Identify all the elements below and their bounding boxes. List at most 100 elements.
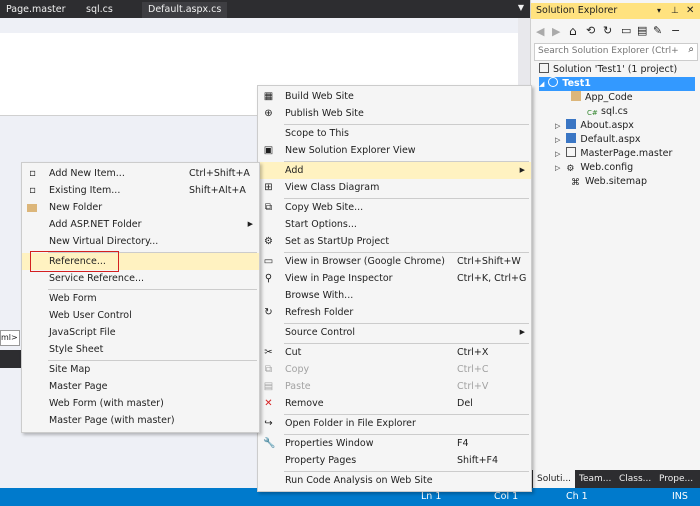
tab-properties[interactable]: Prope... xyxy=(655,470,697,488)
editor-tab-page-master[interactable]: Page.master xyxy=(0,2,72,18)
tab-team-explorer[interactable]: Team... xyxy=(575,470,615,488)
menu-item-publish-web-site[interactable]: ⊕ Publish Web Site xyxy=(258,105,531,122)
pin-icon[interactable]: ⊥ xyxy=(671,3,679,19)
tree-node-solution[interactable]: Solution 'Test1' (1 project) xyxy=(539,63,677,77)
reference-highlight-box xyxy=(30,251,119,272)
menu-item-cut[interactable]: ✂ Cut Ctrl+X xyxy=(258,344,531,361)
menu-item-master-page[interactable]: Master Page xyxy=(22,378,259,395)
editor-tab-strip: Page.master sql.cs Default.aspx.cs ▼ xyxy=(0,0,530,18)
tree-node-app-code[interactable]: App_Code xyxy=(571,91,633,105)
cut-icon: ✂ xyxy=(264,347,273,358)
menu-item-web-form[interactable]: Web Form xyxy=(22,290,259,307)
sync-icon[interactable]: ⟲ xyxy=(586,24,595,37)
menu-item-web-user-control[interactable]: Web User Control xyxy=(22,307,259,324)
tab-class-view[interactable]: Class... xyxy=(615,470,655,488)
editor-tab-default-aspx-cs[interactable]: Default.aspx.cs xyxy=(142,2,228,18)
existing-item-icon: ▫ xyxy=(29,185,36,196)
tab-list-dropdown-icon[interactable]: ▼ xyxy=(518,3,524,12)
menu-item-properties-window[interactable]: 🔧 Properties Window F4 xyxy=(258,435,531,452)
menu-item-refresh-folder[interactable]: ↻ Refresh Folder xyxy=(258,304,531,321)
tree-node-masterpage[interactable]: ▷ MasterPage.master xyxy=(555,147,672,161)
menu-item-web-form-with-master[interactable]: Web Form (with master) xyxy=(22,395,259,412)
menu-item-add-aspnet-folder[interactable]: Add ASP.NET Folder ▶ xyxy=(22,216,259,233)
solution-explorer-search[interactable]: ⌕ xyxy=(534,43,698,61)
menu-item-copy-web-site[interactable]: ⧉ Copy Web Site... xyxy=(258,199,531,216)
new-item-icon: ▫ xyxy=(29,168,36,179)
editor-tab-sql-cs[interactable]: sql.cs xyxy=(80,2,119,18)
back-icon[interactable]: ◀ xyxy=(536,25,544,38)
menu-item-scope-to-this[interactable]: Scope to This xyxy=(258,125,531,142)
menu-item-add-new-item[interactable]: ▫ Add New Item... Ctrl+Shift+A xyxy=(22,165,259,182)
menu-item-service-reference[interactable]: Service Reference... xyxy=(22,270,259,287)
refresh-icon: ↻ xyxy=(264,307,273,318)
status-char: Ch 1 xyxy=(566,491,588,502)
sitemap-file-icon: ⌘ xyxy=(571,178,580,188)
show-all-files-icon[interactable]: ▤ xyxy=(637,24,647,37)
copy-web-icon: ⧉ xyxy=(264,202,273,213)
folder-icon xyxy=(571,91,581,101)
collapse-all-icon[interactable]: ▭ xyxy=(621,24,631,37)
menu-item-existing-item[interactable]: ▫ Existing Item... Shift+Alt+A xyxy=(22,182,259,199)
solution-explorer-panel: Solution Explorer ▾ ⊥ ✕ ◀ ▶ ⌂ ⟲ ↻ ▭ ▤ ✎ … xyxy=(530,0,700,488)
menu-item-view-class-diagram[interactable]: ⊞ View Class Diagram xyxy=(258,179,531,196)
menu-item-site-map[interactable]: Site Map xyxy=(22,361,259,378)
designer-tag-label: ml> xyxy=(0,330,20,346)
menu-item-new-virtual-directory[interactable]: New Virtual Directory... xyxy=(22,233,259,250)
tab-solution-explorer[interactable]: Soluti... xyxy=(533,470,576,488)
close-icon[interactable]: ✕ xyxy=(686,3,694,19)
class-diagram-icon: ⊞ xyxy=(264,182,273,193)
wrench-icon: 🔧 xyxy=(263,438,276,449)
refresh-icon[interactable]: ↻ xyxy=(603,24,612,37)
menu-item-set-as-startup-project[interactable]: ⚙ Set as StartUp Project xyxy=(258,233,531,250)
add-submenu: ▫ Add New Item... Ctrl+Shift+A ▫ Existing I… xyxy=(21,162,260,433)
menu-item-source-control[interactable]: Source Control ▶ xyxy=(258,324,531,341)
menu-item-view-in-browser[interactable]: ▭ View in Browser (Google Chrome) Ctrl+Shi… xyxy=(258,253,531,270)
tree-node-web-config[interactable]: ▷ ⚙ Web.config xyxy=(555,161,633,175)
search-icon[interactable]: ⌕ xyxy=(688,44,694,55)
tree-node-about-aspx[interactable]: ▷ About.aspx xyxy=(555,119,634,133)
browser-icon: ▭ xyxy=(263,256,274,267)
expand-arrow-icon[interactable]: ◢ xyxy=(539,80,544,88)
menu-item-browse-with[interactable]: Browse With... xyxy=(258,287,531,304)
solution-explorer-title: Solution Explorer xyxy=(536,5,618,16)
menu-item-start-options[interactable]: Start Options... xyxy=(258,216,531,233)
menu-item-add[interactable]: Add ▶ xyxy=(258,162,531,179)
menu-item-run-code-analysis[interactable]: Run Code Analysis on Web Site xyxy=(258,472,531,489)
properties-icon[interactable]: ✎ xyxy=(653,24,662,37)
menu-item-style-sheet[interactable]: Style Sheet xyxy=(22,341,259,358)
menu-item-copy[interactable]: ⧉ Copy Ctrl+C xyxy=(258,361,531,378)
aspx-file-icon xyxy=(566,119,577,129)
menu-item-view-in-page-inspector[interactable]: ⚲ View in Page Inspector Ctrl+K, Ctrl+G xyxy=(258,270,531,287)
tree-node-project[interactable]: ◢ Test1 xyxy=(539,77,695,91)
expand-arrow-icon[interactable]: ▷ xyxy=(555,150,560,158)
expand-arrow-icon[interactable]: ▷ xyxy=(555,136,560,144)
submenu-arrow-icon: ▶ xyxy=(247,220,253,228)
menu-item-paste[interactable]: ▤ Paste Ctrl+V xyxy=(258,378,531,395)
forward-icon[interactable]: ▶ xyxy=(552,25,560,38)
menu-item-remove[interactable]: ✕ Remove Del xyxy=(258,395,531,412)
settings-icon[interactable]: − xyxy=(671,24,680,37)
project-context-menu: ▦ Build Web Site ⊕ Publish Web Site Scope … xyxy=(257,85,532,492)
menu-item-master-page-with-master[interactable]: Master Page (with master) xyxy=(22,412,259,429)
menu-item-open-folder-in-file-explorer[interactable]: ↪ Open Folder in File Explorer xyxy=(258,415,531,432)
pin-dropdown-icon[interactable]: ▾ xyxy=(657,3,661,19)
menu-item-new-folder[interactable]: New Folder xyxy=(22,199,259,216)
paste-icon: ▤ xyxy=(263,381,274,392)
expand-arrow-icon[interactable]: ▷ xyxy=(555,164,560,172)
solution-icon xyxy=(539,63,549,73)
expand-arrow-icon[interactable]: ▷ xyxy=(555,122,560,130)
new-view-icon: ▣ xyxy=(263,145,274,156)
tree-node-sql-cs[interactable]: C# sql.cs xyxy=(587,105,628,119)
menu-item-javascript-file[interactable]: JavaScript File xyxy=(22,324,259,341)
status-insert-mode: INS xyxy=(672,491,688,502)
search-input[interactable] xyxy=(535,44,681,58)
tree-node-default-aspx[interactable]: ▷ Default.aspx xyxy=(555,133,641,147)
menu-item-property-pages[interactable]: Property Pages Shift+F4 xyxy=(258,452,531,469)
solution-explorer-bottom-tabs: Soluti... Team... Class... Prope... xyxy=(531,470,700,488)
menu-item-build-web-site[interactable]: ▦ Build Web Site xyxy=(258,88,531,105)
open-folder-icon: ↪ xyxy=(264,418,273,429)
copy-icon: ⧉ xyxy=(264,364,273,375)
home-icon[interactable]: ⌂ xyxy=(569,24,577,38)
menu-item-new-solution-explorer-view[interactable]: ▣ New Solution Explorer View xyxy=(258,142,531,159)
tree-node-web-sitemap[interactable]: ⌘ Web.sitemap xyxy=(571,175,647,189)
